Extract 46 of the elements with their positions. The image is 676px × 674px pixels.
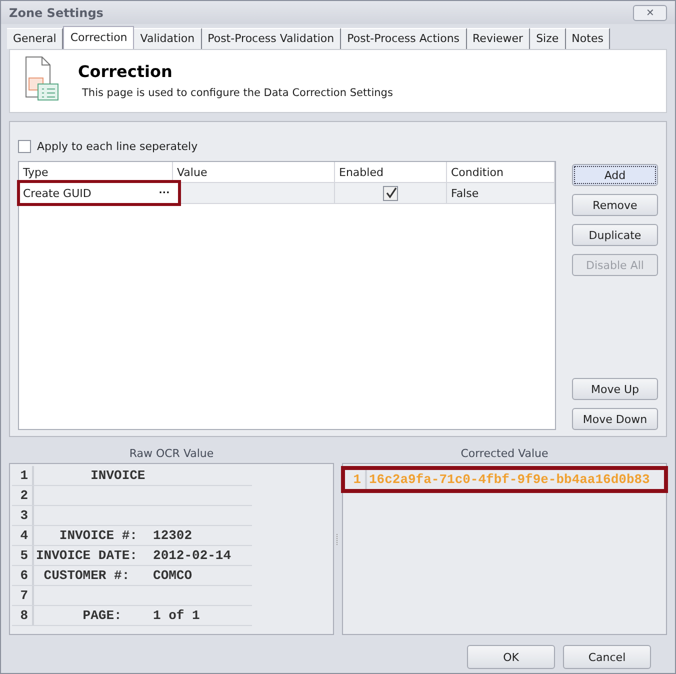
checkbox-label: Apply to each line seperately	[37, 140, 198, 153]
action-button[interactable]: Add	[572, 164, 658, 186]
line-text: INVOICE DATE: 2012-02-14	[35, 548, 232, 563]
line-text: PAGE: 1 of 1	[82, 608, 200, 623]
line-text: INVOICE	[90, 468, 146, 483]
move-button[interactable]: Move Down	[572, 408, 658, 430]
tab[interactable]: Post-Process Validation	[202, 28, 342, 49]
page-description: This page is used to configure the Data Correction Settings	[82, 87, 393, 99]
action-button[interactable]: Remove	[572, 194, 658, 216]
pane-title: Corrected Value	[460, 446, 550, 462]
line-number: 3	[12, 506, 34, 525]
move-button[interactable]: Move Up	[572, 378, 658, 400]
line-number: 7	[12, 586, 34, 605]
tab[interactable]: Reviewer	[466, 28, 530, 49]
dialog-button[interactable]: Cancel	[563, 645, 651, 669]
checkbox[interactable]	[383, 186, 398, 200]
column-header[interactable]: Condition	[447, 162, 555, 182]
tab[interactable]: General	[7, 28, 64, 49]
close-button[interactable]: ✕	[633, 4, 667, 20]
ellipsis-button[interactable]: ···	[159, 187, 170, 199]
line-text: 16c2a9fa-71c0-4fbf-9f9e-bb4aa16d0b83	[368, 472, 650, 487]
page-title: Correction	[78, 62, 174, 81]
line-text: CUSTOMER #: COMCO	[42, 568, 192, 583]
splitter-grip-icon[interactable]	[336, 534, 339, 546]
pane-title: Raw OCR Value	[128, 446, 215, 462]
line-number: 8	[12, 606, 34, 625]
line-text: INVOICE #: 12302	[58, 528, 192, 543]
column-header[interactable]: Enabled	[335, 162, 447, 182]
line-number: 5	[12, 546, 34, 565]
window-title: Zone Settings	[9, 6, 104, 20]
tab[interactable]: Notes	[566, 28, 610, 49]
line-number: 1	[12, 466, 34, 485]
line-number: 2	[12, 486, 34, 505]
line-number: 1	[345, 470, 367, 489]
line-number: 4	[12, 526, 34, 545]
type-text: Create GUID	[23, 186, 92, 200]
dialog-button[interactable]: OK	[467, 645, 555, 669]
table-cell[interactable]: Create GUID ···	[19, 182, 179, 204]
action-button[interactable]: Duplicate	[572, 224, 658, 246]
tab[interactable]: Validation	[134, 28, 202, 49]
line-number: 6	[12, 566, 34, 585]
table-cell: False	[447, 183, 555, 203]
tab[interactable]: Correction	[63, 26, 134, 49]
tab[interactable]: Size	[530, 28, 566, 49]
checkbox[interactable]	[18, 140, 31, 153]
tab[interactable]: Post-Process Actions	[341, 28, 467, 49]
